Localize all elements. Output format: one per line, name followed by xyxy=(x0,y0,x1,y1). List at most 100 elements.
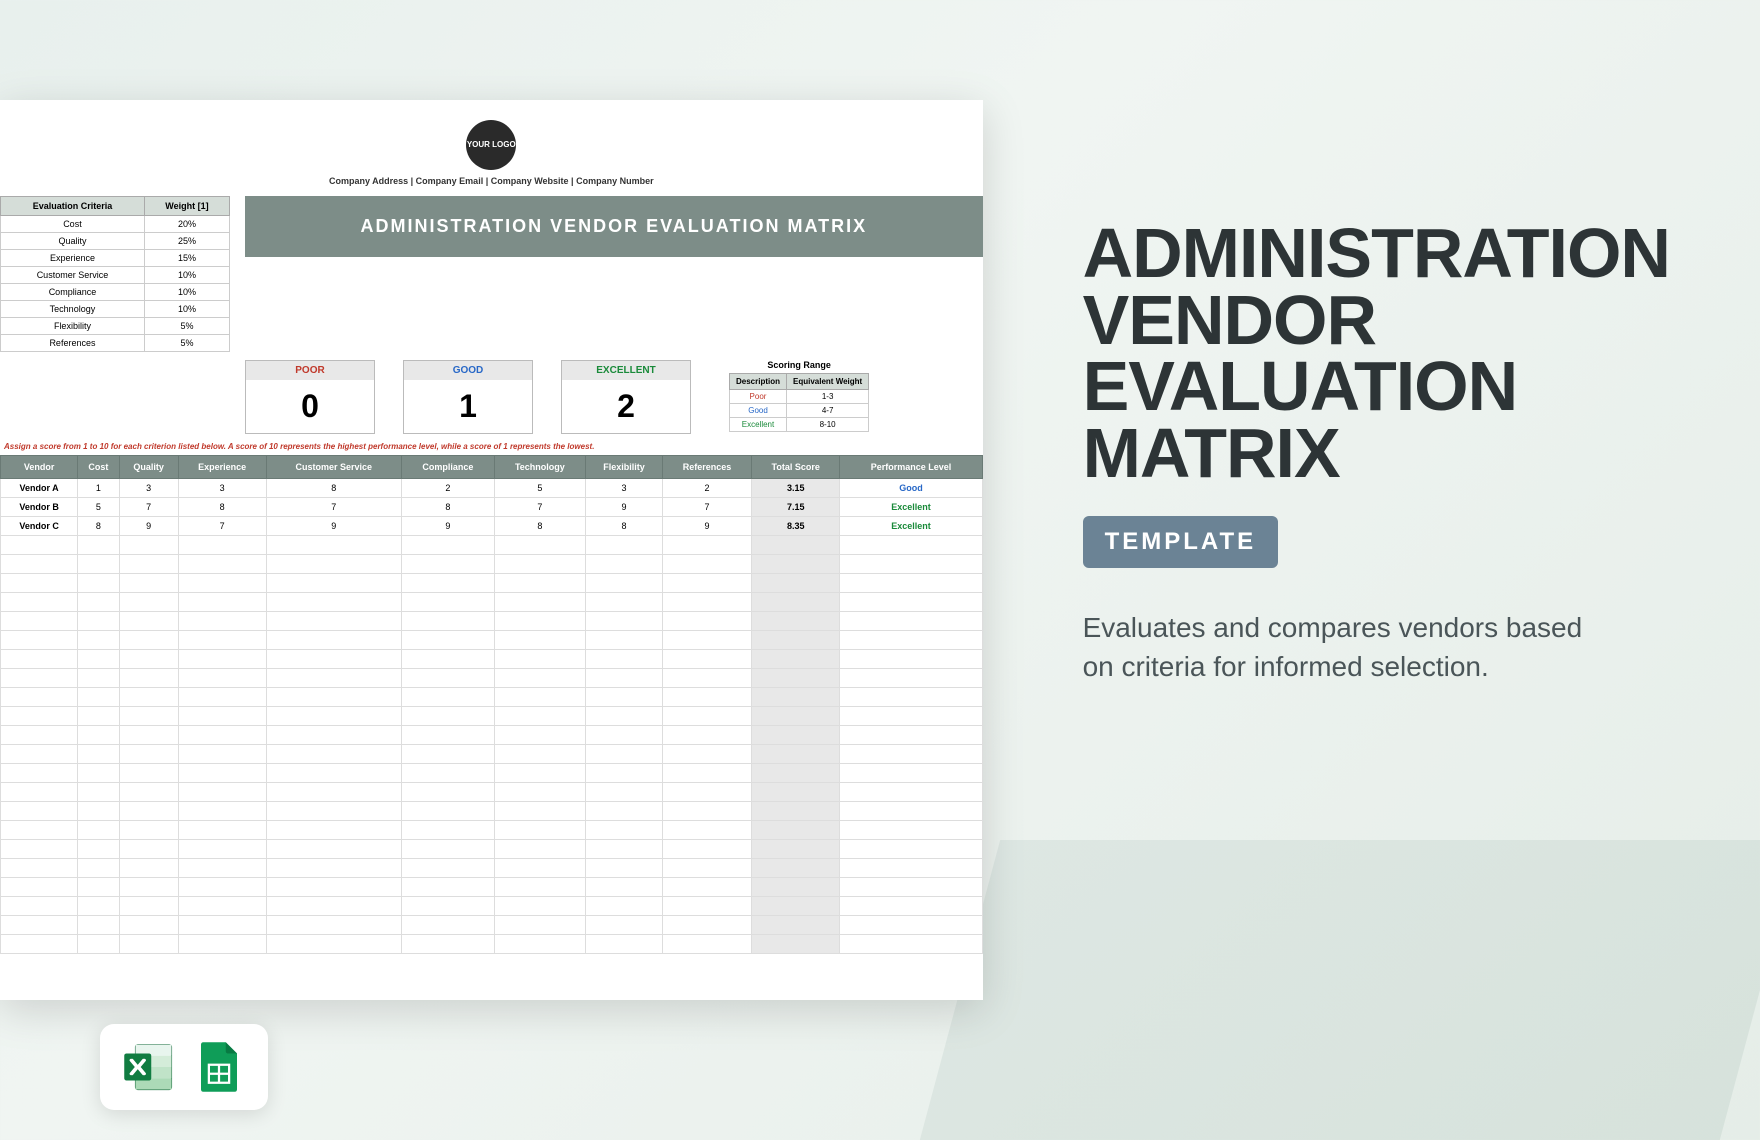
empty-cell xyxy=(840,555,982,574)
table-row-empty xyxy=(1,574,983,593)
empty-cell xyxy=(663,821,752,840)
empty-cell xyxy=(178,555,266,574)
score-cell: 7 xyxy=(494,498,585,517)
empty-cell xyxy=(178,593,266,612)
empty-cell xyxy=(585,821,662,840)
empty-cell xyxy=(1,688,78,707)
empty-cell xyxy=(401,688,494,707)
empty-cell xyxy=(119,555,178,574)
empty-cell xyxy=(401,669,494,688)
total-score-cell: 7.15 xyxy=(751,498,840,517)
score-cell: 5 xyxy=(494,479,585,498)
empty-cell xyxy=(751,802,840,821)
score-cell: 7 xyxy=(663,498,752,517)
empty-cell xyxy=(585,935,662,954)
empty-cell xyxy=(751,916,840,935)
empty-cell xyxy=(119,821,178,840)
empty-cell xyxy=(178,574,266,593)
criteria-row: Flexibility5% xyxy=(1,318,230,335)
empty-cell xyxy=(494,802,585,821)
empty-cell xyxy=(840,802,982,821)
criteria-row: Quality25% xyxy=(1,233,230,250)
empty-cell xyxy=(585,631,662,650)
company-info-line: Company Address | Company Email | Compan… xyxy=(0,176,983,186)
score-card-excellent: EXCELLENT 2 xyxy=(561,360,691,434)
sheet-title-banner: ADMINISTRATION VENDOR EVALUATION MATRIX xyxy=(245,196,983,257)
empty-cell xyxy=(494,745,585,764)
score-cell: 9 xyxy=(266,517,401,536)
table-column-header: References xyxy=(663,456,752,479)
empty-cell xyxy=(178,688,266,707)
empty-cell xyxy=(401,612,494,631)
scoring-range-value: 8-10 xyxy=(787,418,869,432)
score-cell: 7 xyxy=(266,498,401,517)
empty-cell xyxy=(751,669,840,688)
empty-cell xyxy=(585,688,662,707)
table-row-empty xyxy=(1,916,983,935)
empty-cell xyxy=(585,764,662,783)
table-column-header: Vendor xyxy=(1,456,78,479)
empty-cell xyxy=(78,650,119,669)
empty-cell xyxy=(119,726,178,745)
table-row-empty xyxy=(1,840,983,859)
empty-cell xyxy=(663,688,752,707)
empty-cell xyxy=(585,593,662,612)
table-row-empty xyxy=(1,650,983,669)
empty-cell xyxy=(751,726,840,745)
empty-cell xyxy=(401,821,494,840)
criteria-name: Cost xyxy=(1,216,145,233)
scoring-range-title: Scoring Range xyxy=(729,360,869,370)
empty-cell xyxy=(401,783,494,802)
empty-cell xyxy=(494,650,585,669)
empty-cell xyxy=(119,688,178,707)
criteria-name: Customer Service xyxy=(1,267,145,284)
table-column-header: Experience xyxy=(178,456,266,479)
criteria-weight: 15% xyxy=(144,250,229,267)
criteria-name: Technology xyxy=(1,301,145,318)
title-line: MATRIX xyxy=(1083,414,1340,492)
table-column-header: Flexibility xyxy=(585,456,662,479)
empty-cell xyxy=(1,897,78,916)
empty-cell xyxy=(178,612,266,631)
total-score-cell: 3.15 xyxy=(751,479,840,498)
empty-cell xyxy=(78,574,119,593)
empty-cell xyxy=(494,574,585,593)
table-row-empty xyxy=(1,593,983,612)
empty-cell xyxy=(266,897,401,916)
empty-cell xyxy=(401,650,494,669)
empty-cell xyxy=(585,878,662,897)
empty-cell xyxy=(266,802,401,821)
score-label-poor: POOR xyxy=(246,361,374,380)
empty-cell xyxy=(178,726,266,745)
criteria-weight: 25% xyxy=(144,233,229,250)
empty-cell xyxy=(1,631,78,650)
empty-cell xyxy=(78,536,119,555)
empty-cell xyxy=(751,688,840,707)
empty-cell xyxy=(78,840,119,859)
empty-cell xyxy=(840,536,982,555)
empty-cell xyxy=(663,707,752,726)
empty-cell xyxy=(663,726,752,745)
empty-cell xyxy=(119,764,178,783)
empty-cell xyxy=(494,612,585,631)
empty-cell xyxy=(78,859,119,878)
scoring-row: Excellent8-10 xyxy=(730,418,869,432)
vendor-name: Vendor B xyxy=(1,498,78,517)
empty-cell xyxy=(663,745,752,764)
table-row-empty xyxy=(1,745,983,764)
empty-cell xyxy=(494,631,585,650)
table-row-empty xyxy=(1,859,983,878)
empty-cell xyxy=(1,707,78,726)
empty-cell xyxy=(663,555,752,574)
criteria-weight: 10% xyxy=(144,267,229,284)
score-cell: 8 xyxy=(401,498,494,517)
empty-cell xyxy=(78,688,119,707)
criteria-name: Compliance xyxy=(1,284,145,301)
empty-cell xyxy=(585,726,662,745)
empty-cell xyxy=(840,783,982,802)
empty-cell xyxy=(1,536,78,555)
empty-cell xyxy=(401,878,494,897)
empty-cell xyxy=(494,669,585,688)
empty-cell xyxy=(78,726,119,745)
empty-cell xyxy=(78,555,119,574)
